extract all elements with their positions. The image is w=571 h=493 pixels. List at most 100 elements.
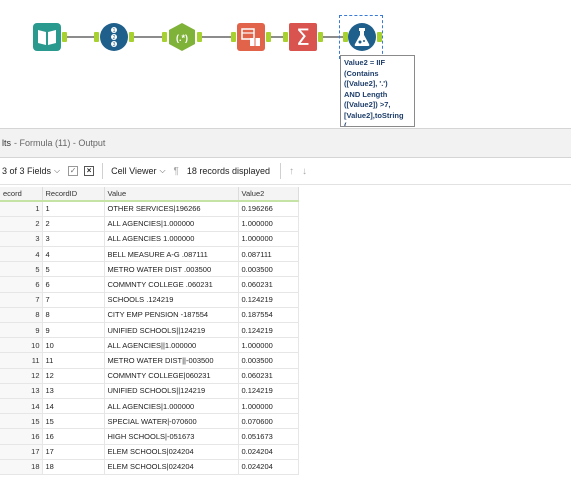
column-header[interactable]: RecordID (42, 187, 105, 202)
table-cell[interactable]: ELEM SCHOOLS|024204 (104, 444, 239, 460)
table-cell[interactable]: 11 (42, 352, 105, 369)
record-number-cell[interactable]: 6 (0, 276, 43, 293)
record-number-cell[interactable]: 10 (0, 337, 43, 354)
table-cell[interactable]: 0.124219 (238, 322, 299, 339)
table-cell[interactable]: 2 (42, 216, 105, 232)
table-cell[interactable]: ALL AGENCIES||1.000000 (104, 337, 239, 354)
record-number-cell[interactable]: 2 (0, 216, 43, 232)
table-row[interactable]: 13 13 UNIFIED SCHOOLS||124219 0.124219 (0, 383, 299, 399)
table-row[interactable]: 11 11 METRO WATER DIST||-003500 0.003500 (0, 352, 299, 369)
table-cell[interactable]: 4 (42, 246, 105, 263)
table-row[interactable]: 7 7 SCHOOLS .124219 0.124219 (0, 292, 299, 308)
table-cell[interactable]: COMMNTY COLLEGE|060231 (104, 368, 239, 384)
column-header[interactable]: Value (104, 187, 239, 202)
clear-icon[interactable]: × (84, 166, 95, 176)
record-number-cell[interactable]: 1 (0, 201, 43, 217)
arrow-up-icon[interactable]: ↑ (289, 166, 294, 177)
table-cell[interactable]: 0.124219 (238, 383, 299, 399)
record-number-cell[interactable]: 8 (0, 307, 43, 324)
regex-tool[interactable]: (.*) (167, 22, 197, 52)
table-row[interactable]: 2 2 ALL AGENCIES|1.000000 1.000000 (0, 216, 299, 232)
text-to-columns-tool[interactable] (236, 22, 266, 52)
table-cell[interactable]: BELL MEASURE A-G .087111 (104, 246, 239, 263)
output-anchor[interactable] (318, 32, 323, 42)
table-cell[interactable]: UNIFIED SCHOOLS||124219 (104, 383, 239, 399)
table-cell[interactable]: ELEM SCHOOLS|024204 (104, 459, 239, 475)
record-number-cell[interactable]: 15 (0, 413, 43, 430)
table-row[interactable]: 16 16 HIGH SCHOOLS|-051673 0.051673 (0, 428, 299, 445)
record-number-cell[interactable]: 7 (0, 292, 43, 308)
table-cell[interactable]: 0.187554 (238, 307, 299, 324)
table-cell[interactable]: 1 (42, 201, 105, 217)
output-anchor[interactable] (377, 32, 382, 42)
table-cell[interactable]: 6 (42, 276, 105, 293)
table-cell[interactable]: 0.070600 (238, 413, 299, 430)
record-number-cell[interactable]: 11 (0, 352, 43, 369)
table-cell[interactable]: 1.000000 (238, 231, 299, 248)
record-number-cell[interactable]: 18 (0, 459, 43, 475)
table-cell[interactable]: 1.000000 (238, 398, 299, 415)
output-anchor[interactable] (266, 32, 271, 42)
table-cell[interactable]: 17 (42, 444, 105, 460)
table-cell[interactable]: 8 (42, 307, 105, 324)
workflow-canvas[interactable]: 1 2 3 (.*) Σ Value2 = IIF (Contains ([Va… (0, 0, 571, 128)
table-row[interactable]: 3 3 ALL AGENCIES 1.000000 1.000000 (0, 231, 299, 248)
column-header[interactable]: ecord (0, 187, 43, 202)
output-anchor[interactable] (62, 32, 67, 42)
table-cell[interactable]: 0.051673 (238, 428, 299, 445)
record-number-cell[interactable]: 14 (0, 398, 43, 415)
table-cell[interactable]: 14 (42, 398, 105, 415)
table-cell[interactable]: SCHOOLS .124219 (104, 292, 239, 308)
table-row[interactable]: 5 5 METRO WATER DIST .003500 0.003500 (0, 261, 299, 278)
arrow-down-icon[interactable]: ↓ (302, 166, 307, 177)
table-row[interactable]: 4 4 BELL MEASURE A-G .087111 0.087111 (0, 246, 299, 263)
table-cell[interactable]: 18 (42, 459, 105, 475)
table-cell[interactable]: 15 (42, 413, 105, 430)
record-number-cell[interactable]: 5 (0, 261, 43, 278)
table-cell[interactable]: 0.124219 (238, 292, 299, 308)
table-cell[interactable]: 0.024204 (238, 444, 299, 460)
summarize-tool[interactable]: Σ (288, 22, 318, 52)
table-cell[interactable]: HIGH SCHOOLS|-051673 (104, 428, 239, 445)
paragraph-icon[interactable]: ¶ (174, 166, 179, 177)
table-cell[interactable]: 9 (42, 322, 105, 339)
table-row[interactable]: 1 1 OTHER SERVICES|196266 0.196266 (0, 201, 299, 217)
input-data-tool[interactable] (32, 22, 62, 52)
results-grid[interactable]: ecord RecordID Value Value2 1 1 OTHER SERV… (0, 187, 299, 475)
table-row[interactable]: 17 17 ELEM SCHOOLS|024204 0.024204 (0, 444, 299, 460)
table-row[interactable]: 12 12 COMMNTY COLLEGE|060231 0.060231 (0, 368, 299, 384)
formula-tool[interactable] (347, 22, 377, 52)
record-number-cell[interactable]: 17 (0, 444, 43, 460)
table-cell[interactable]: 13 (42, 383, 105, 399)
cell-viewer-dropdown[interactable]: Cell Viewer ⌵ (111, 166, 165, 176)
table-cell[interactable]: 0.196266 (238, 201, 299, 217)
table-cell[interactable]: 0.060231 (238, 276, 299, 293)
table-cell[interactable]: ALL AGENCIES|1.000000 (104, 398, 239, 415)
table-row[interactable]: 6 6 COMMNTY COLLEGE .060231 0.060231 (0, 276, 299, 293)
table-cell[interactable]: 0.003500 (238, 352, 299, 369)
table-cell[interactable]: 0.087111 (238, 246, 299, 263)
record-number-cell[interactable]: 16 (0, 428, 43, 445)
table-cell[interactable]: ALL AGENCIES 1.000000 (104, 231, 239, 248)
table-row[interactable]: 15 15 SPECIAL WATER|-070600 0.070600 (0, 413, 299, 430)
table-cell[interactable]: 10 (42, 337, 105, 354)
table-cell[interactable]: 3 (42, 231, 105, 248)
table-row[interactable]: 18 18 ELEM SCHOOLS|024204 0.024204 (0, 459, 299, 475)
table-cell[interactable]: METRO WATER DIST||-003500 (104, 352, 239, 369)
record-number-cell[interactable]: 12 (0, 368, 43, 384)
table-cell[interactable]: 0.003500 (238, 261, 299, 278)
table-cell[interactable]: 5 (42, 261, 105, 278)
table-cell[interactable]: OTHER SERVICES|196266 (104, 201, 239, 217)
record-number-cell[interactable]: 4 (0, 246, 43, 263)
table-cell[interactable]: ALL AGENCIES|1.000000 (104, 216, 239, 232)
fields-selector[interactable]: 3 of 3 Fields ⌵ (2, 166, 60, 176)
table-cell[interactable]: 7 (42, 292, 105, 308)
table-cell[interactable]: SPECIAL WATER|-070600 (104, 413, 239, 430)
table-cell[interactable]: UNIFIED SCHOOLS||124219 (104, 322, 239, 339)
output-anchor[interactable] (129, 32, 134, 42)
table-cell[interactable]: 12 (42, 368, 105, 384)
table-row[interactable]: 10 10 ALL AGENCIES||1.000000 1.000000 (0, 337, 299, 354)
checkbox-icon[interactable]: ✓ (68, 166, 79, 176)
table-row[interactable]: 9 9 UNIFIED SCHOOLS||124219 0.124219 (0, 322, 299, 339)
table-cell[interactable]: CITY EMP PENSION -187554 (104, 307, 239, 324)
